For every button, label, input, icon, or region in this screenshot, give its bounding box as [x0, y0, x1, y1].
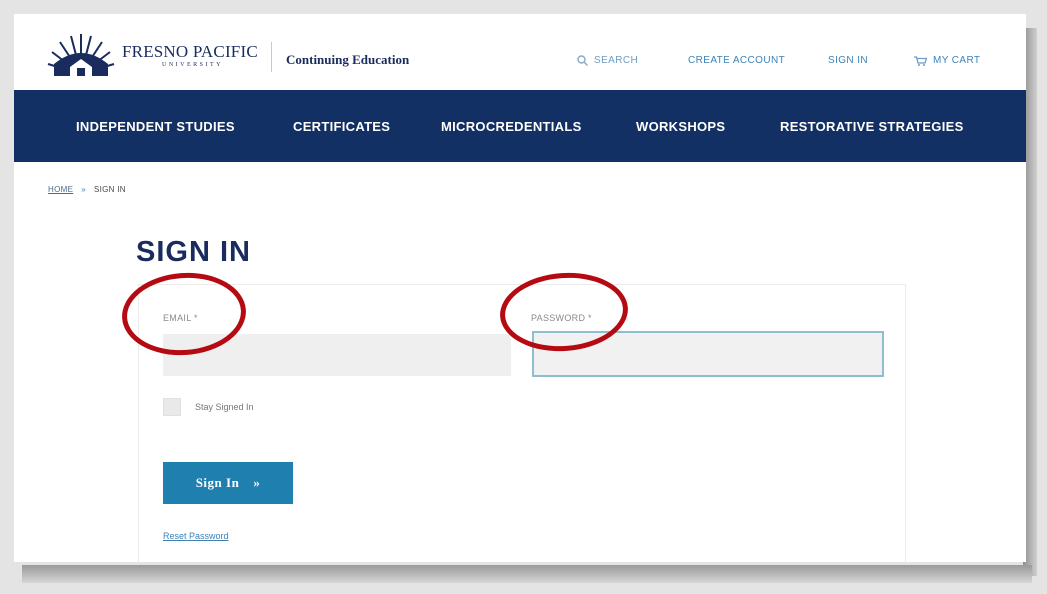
- cart-icon: [914, 55, 927, 66]
- nav-independent-studies[interactable]: INDEPENDENT STUDIES: [76, 119, 235, 134]
- nav-microcredentials[interactable]: MICROCREDENTIALS: [441, 119, 582, 134]
- header-divider: [271, 42, 272, 72]
- frame-shadow-bottom: [22, 565, 1032, 583]
- my-cart-label: MY CART: [933, 55, 981, 66]
- nav-workshops[interactable]: WORKSHOPS: [636, 119, 725, 134]
- sign-in-button[interactable]: Sign In »: [163, 462, 293, 504]
- site-header: FRESNO PACIFIC UNIVERSITY Continuing Edu…: [14, 14, 1026, 90]
- breadcrumb-current: SIGN IN: [93, 185, 126, 194]
- breadcrumb-home[interactable]: HOME: [48, 185, 73, 194]
- search-icon: [577, 55, 588, 66]
- my-cart-link[interactable]: MY CART: [914, 55, 980, 66]
- breadcrumb: HOME » SIGN IN: [48, 185, 126, 194]
- create-account-link[interactable]: CREATE ACCOUNT: [688, 55, 785, 66]
- breadcrumb-separator: »: [81, 185, 86, 194]
- sign-in-link[interactable]: SIGN IN: [828, 55, 868, 66]
- page-title: SIGN IN: [136, 236, 251, 268]
- logo-wordmark: FRESNO PACIFIC: [122, 42, 258, 61]
- university-logo[interactable]: FRESNO PACIFIC UNIVERSITY: [44, 34, 258, 78]
- nav-certificates[interactable]: CERTIFICATES: [293, 119, 390, 134]
- reset-password-link[interactable]: Reset Password: [163, 531, 229, 541]
- stay-signed-in-checkbox[interactable]: [163, 398, 181, 416]
- nav-restorative-strategies[interactable]: RESTORATIVE STRATEGIES: [780, 119, 964, 134]
- logo-subtitle: UNIVERSITY: [162, 62, 223, 68]
- sunburst-logo-icon: [47, 34, 115, 76]
- site-section-title[interactable]: Continuing Education: [286, 52, 409, 68]
- search-link[interactable]: SEARCH: [577, 55, 638, 66]
- sign-in-button-label: Sign In: [195, 475, 240, 490]
- stay-signed-in: Stay Signed In: [163, 398, 254, 416]
- stay-signed-in-label[interactable]: Stay Signed In: [195, 402, 254, 412]
- double-chevron-right-icon: »: [253, 475, 261, 490]
- main-nav: INDEPENDENT STUDIES CERTIFICATES MICROCR…: [14, 90, 1026, 162]
- search-link-label: SEARCH: [594, 55, 639, 66]
